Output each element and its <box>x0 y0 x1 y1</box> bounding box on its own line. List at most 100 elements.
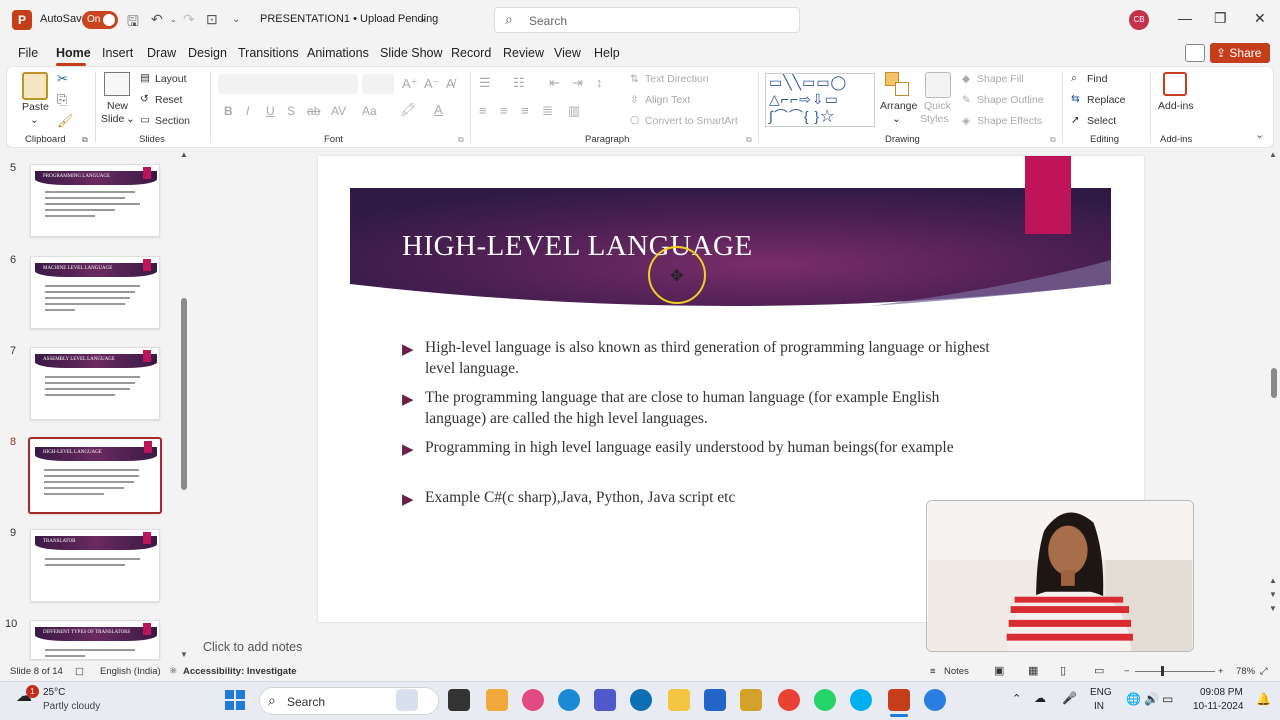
recorder-icon[interactable] <box>924 689 946 711</box>
undo-dropdown-icon[interactable]: ⌄ <box>170 15 177 24</box>
slide-counter[interactable]: Slide 8 of 14 <box>10 666 63 677</box>
columns-icon[interactable]: ▥ <box>568 103 580 119</box>
paragraph-launcher-icon[interactable]: ⧉ <box>746 135 752 145</box>
numbering-icon[interactable]: ☷ <box>513 75 525 91</box>
onedrive-icon[interactable]: ☁ <box>1034 691 1046 705</box>
previous-slide-icon[interactable]: ▲ <box>1269 576 1277 585</box>
reset-icon[interactable]: ↺ <box>140 93 149 105</box>
task-view-icon[interactable] <box>448 689 470 711</box>
arrange-icon[interactable] <box>885 72 911 98</box>
tab-record[interactable]: Record <box>451 46 491 60</box>
change-case-button[interactable]: Aa <box>362 104 377 118</box>
windows-start-icon[interactable] <box>225 690 245 710</box>
save-icon[interactable]: 🖫 <box>127 11 139 35</box>
comments-icon[interactable] <box>1185 44 1205 62</box>
zoom-slider-thumb[interactable] <box>1161 666 1164 676</box>
ribbon-collapse-icon[interactable]: ⌄ <box>1255 128 1264 141</box>
tab-slide-show[interactable]: Slide Show <box>380 46 443 60</box>
undo-icon[interactable]: ↶ <box>151 11 163 28</box>
store-icon[interactable] <box>704 689 726 711</box>
clear-formatting-icon[interactable]: A̸ <box>446 76 455 91</box>
powerpoint-taskbar-icon[interactable] <box>888 689 910 711</box>
title-dropdown-icon[interactable]: ⌄ <box>419 13 427 24</box>
align-left-icon[interactable]: ≡ <box>479 103 487 118</box>
temperature[interactable]: 25°C <box>43 687 65 698</box>
dell-icon[interactable] <box>630 689 652 711</box>
align-text-icon[interactable]: ⇳ <box>630 94 639 106</box>
add-ins-button[interactable]: Add-ins <box>1158 100 1194 112</box>
slide-scroll-down-icon[interactable]: ▼ <box>1269 604 1277 613</box>
text-direction-icon[interactable]: ⇅ <box>630 73 639 85</box>
paste-icon[interactable] <box>22 72 48 100</box>
decrease-indent-icon[interactable]: ⇤ <box>549 75 560 91</box>
tray-chevron-icon[interactable]: ⌃ <box>1012 692 1021 705</box>
zoom-slider[interactable] <box>1135 671 1215 672</box>
line-spacing-icon[interactable]: ↕ <box>596 75 603 90</box>
quick-styles-icon[interactable] <box>925 72 951 98</box>
tab-help[interactable]: Help <box>594 46 620 60</box>
shape-outline-icon[interactable]: ✎ <box>962 94 971 106</box>
scroll-down-icon[interactable]: ▼ <box>180 650 188 659</box>
avatar[interactable]: CB <box>1129 10 1149 30</box>
convert-smartart-button[interactable]: Convert to SmartArt <box>645 115 738 127</box>
layout-button[interactable]: Layout <box>155 73 187 85</box>
tab-draw[interactable]: Draw <box>147 46 176 60</box>
maximize-icon[interactable]: ❐ <box>1214 10 1227 27</box>
present-icon[interactable]: ⊡ <box>206 11 218 28</box>
strikethrough-button[interactable]: ab <box>307 104 320 118</box>
shadow-button[interactable]: S <box>287 104 295 118</box>
slideshow-view-icon[interactable]: ▭ <box>1094 664 1104 677</box>
slide-sorter-icon[interactable]: ▦ <box>1028 664 1038 677</box>
add-ins-icon[interactable] <box>1163 72 1187 96</box>
decrease-font-icon[interactable]: A⁻ <box>424 76 440 92</box>
quick-styles-button[interactable]: Quick <box>924 100 951 112</box>
search-box[interactable]: ⌕ Search <box>494 7 800 33</box>
shape-outline-button[interactable]: Shape Outline <box>977 94 1044 106</box>
skype-icon[interactable] <box>850 689 872 711</box>
font-size-select[interactable] <box>362 74 394 94</box>
volume-icon[interactable]: 🔊 <box>1144 692 1159 706</box>
minimize-icon[interactable]: — <box>1178 10 1192 26</box>
microphone-icon[interactable]: 🎤 <box>1062 691 1077 705</box>
spelling-icon[interactable]: ▢ <box>75 666 84 677</box>
notes-button[interactable]: Notes <box>944 666 969 677</box>
slide-thumbnail[interactable]: ASSEMBLY LEVEL LANGUAGE <box>30 347 160 420</box>
select-icon[interactable]: ➚ <box>1071 114 1080 126</box>
accessibility-status[interactable]: Accessibility: Investigate <box>183 666 297 677</box>
bullets-icon[interactable]: ☰ <box>479 75 491 91</box>
notification-bell-icon[interactable]: 🔔 <box>1256 692 1271 706</box>
bullet-text[interactable]: Programming in high level language easil… <box>425 437 995 458</box>
shape-effects-button[interactable]: Shape Effects <box>977 115 1042 127</box>
underline-button[interactable]: U <box>266 104 275 118</box>
new-slide-button[interactable]: New <box>107 100 128 112</box>
bold-button[interactable]: B <box>224 104 233 118</box>
scroll-up-icon[interactable]: ▲ <box>180 150 188 159</box>
bullet-text[interactable]: Example C#(c sharp),Java, Python, Java s… <box>425 487 995 508</box>
normal-view-icon[interactable]: ▣ <box>994 664 1004 677</box>
italic-button[interactable]: I <box>246 104 249 118</box>
chrome-icon[interactable] <box>778 689 800 711</box>
new-slide-button-line2[interactable]: Slide <box>101 113 124 125</box>
format-painter-icon[interactable]: 🖌 <box>57 113 74 129</box>
tab-animations[interactable]: Animations <box>307 46 369 60</box>
app-icon[interactable] <box>740 689 762 711</box>
new-slide-icon[interactable] <box>104 72 130 96</box>
tab-design[interactable]: Design <box>188 46 227 60</box>
arrange-button[interactable]: Arrange <box>880 100 917 112</box>
align-text-button[interactable]: Align Text <box>645 94 690 106</box>
select-button[interactable]: Select <box>1087 115 1116 127</box>
align-center-icon[interactable]: ≡ <box>500 103 508 118</box>
slide-thumbnail[interactable]: PROGRAMMING LANGUAGE <box>30 164 160 237</box>
font-launcher-icon[interactable]: ⧉ <box>458 135 464 145</box>
clock-time[interactable]: 09:08 PM <box>1200 687 1243 698</box>
customize-qat-icon[interactable]: ⌄ <box>232 14 240 25</box>
share-button[interactable]: ⇪ Share <box>1210 43 1270 63</box>
arrange-dropdown-icon[interactable]: ⌄ <box>892 113 901 125</box>
teams-icon[interactable] <box>594 689 616 711</box>
section-button[interactable]: Section <box>155 115 190 127</box>
smartart-icon[interactable]: ⎔ <box>630 115 639 127</box>
text-direction-button[interactable]: Text Direction <box>645 73 709 85</box>
copy-icon[interactable]: ⎘ <box>57 92 67 108</box>
shape-effects-icon[interactable]: ◈ <box>962 115 970 127</box>
fit-slide-icon[interactable]: ⤢ <box>1260 666 1268 677</box>
